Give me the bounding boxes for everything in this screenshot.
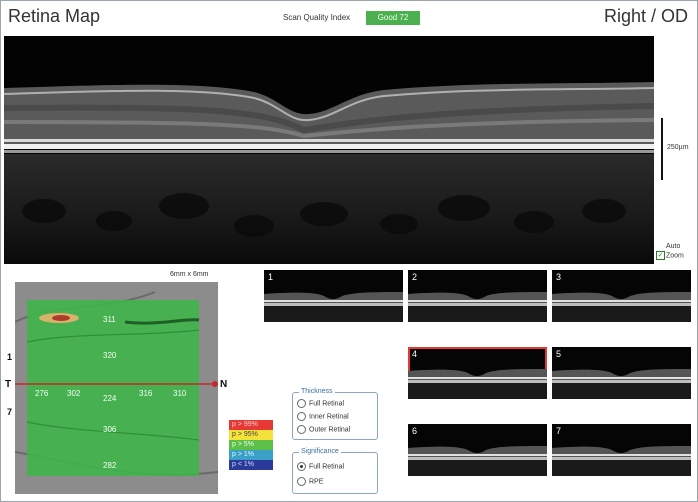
value-superior-inner: 320 bbox=[103, 351, 117, 360]
auto-zoom-checkbox[interactable]: Auto ✓ Zoom bbox=[656, 243, 684, 260]
thumbnail-number: 2 bbox=[412, 272, 418, 282]
scale-bar bbox=[661, 118, 663, 180]
fundus-thickness-map[interactable]: 311 320 276 302 224 316 310 306 282 bbox=[15, 282, 218, 494]
auto-zoom-label-1: Auto bbox=[666, 243, 681, 250]
map-size-label: 6mm x 6mm bbox=[170, 271, 209, 278]
thumbnail-number: 5 bbox=[556, 349, 562, 359]
radio-inner-retinal[interactable]: Inner Retinal bbox=[297, 412, 349, 421]
scan-quality-badge: Good 72 bbox=[366, 11, 420, 25]
bscan-thumbnail-1[interactable]: 1 bbox=[264, 270, 403, 322]
legend-item: p > 1% bbox=[229, 450, 273, 460]
scale-label: 250µm bbox=[667, 144, 689, 151]
radio-significance-full-retinal[interactable]: Full Retinal bbox=[297, 462, 344, 471]
value-center: 224 bbox=[103, 394, 117, 403]
value-nasal-inner: 316 bbox=[139, 389, 153, 398]
bscan-thumbnail-5[interactable]: 5 bbox=[552, 347, 691, 399]
thumbnail-number: 7 bbox=[556, 426, 562, 436]
check-icon: ✓ bbox=[656, 251, 665, 260]
radio-significance-rpe[interactable]: RPE bbox=[297, 477, 323, 486]
axis-temporal: T bbox=[5, 379, 12, 390]
axis-nasal: N bbox=[220, 379, 228, 390]
axis-tick-bottom: 7 bbox=[7, 407, 13, 417]
thumbnail-number: 4 bbox=[412, 349, 418, 359]
eye-label: Right / OD bbox=[603, 6, 688, 26]
legend-item: p > 5% bbox=[229, 440, 273, 450]
value-superior-outer: 311 bbox=[103, 315, 116, 324]
value-inferior-outer: 282 bbox=[103, 461, 117, 470]
bscan-thumbnail-6[interactable]: 6 bbox=[408, 424, 547, 476]
legend-item: p > 99% bbox=[229, 420, 273, 430]
value-temporal-outer: 276 bbox=[35, 389, 49, 398]
radio-outer-retinal[interactable]: Outer Retinal bbox=[297, 425, 350, 434]
axis-tick-top: 1 bbox=[7, 352, 13, 362]
scan-quality-label: Scan Quality Index bbox=[283, 13, 351, 22]
legend-item: p < 1% bbox=[229, 460, 273, 470]
page-title: Retina Map bbox=[8, 6, 101, 26]
bscan-thumbnail-3[interactable]: 3 bbox=[552, 270, 691, 322]
bscan-thumbnail-7[interactable]: 7 bbox=[552, 424, 691, 476]
radio-full-retinal[interactable]: Full Retinal bbox=[297, 399, 344, 408]
auto-zoom-label-2: Zoom bbox=[666, 252, 684, 260]
radio-circle-icon bbox=[297, 425, 306, 434]
thickness-group: Thickness Full Retinal Inner Retinal Out… bbox=[292, 388, 378, 440]
oct-bscan-image bbox=[4, 36, 654, 264]
thumbnail-number: 1 bbox=[268, 272, 274, 282]
value-nasal-outer: 310 bbox=[173, 389, 187, 398]
radio-selected-icon bbox=[297, 462, 306, 471]
bscan-thumbnail-2[interactable]: 2 bbox=[408, 270, 547, 322]
bscan-thumbnail-4[interactable]: 4 bbox=[408, 347, 547, 399]
value-inferior-inner: 306 bbox=[103, 425, 117, 434]
radio-circle-icon bbox=[297, 477, 306, 486]
significance-title: Significance bbox=[299, 448, 341, 455]
significance-group: Significance Full Retinal RPE bbox=[292, 448, 378, 494]
significance-legend: p > 99% p > 95% p > 5% p > 1% p < 1% bbox=[229, 420, 273, 470]
value-temporal-inner: 302 bbox=[67, 389, 81, 398]
thumbnail-number: 6 bbox=[412, 426, 418, 436]
radio-circle-icon bbox=[297, 399, 306, 408]
thumbnail-number: 3 bbox=[556, 272, 562, 282]
legend-item: p > 95% bbox=[229, 430, 273, 440]
radio-circle-icon bbox=[297, 412, 306, 421]
thickness-title: Thickness bbox=[299, 388, 335, 395]
